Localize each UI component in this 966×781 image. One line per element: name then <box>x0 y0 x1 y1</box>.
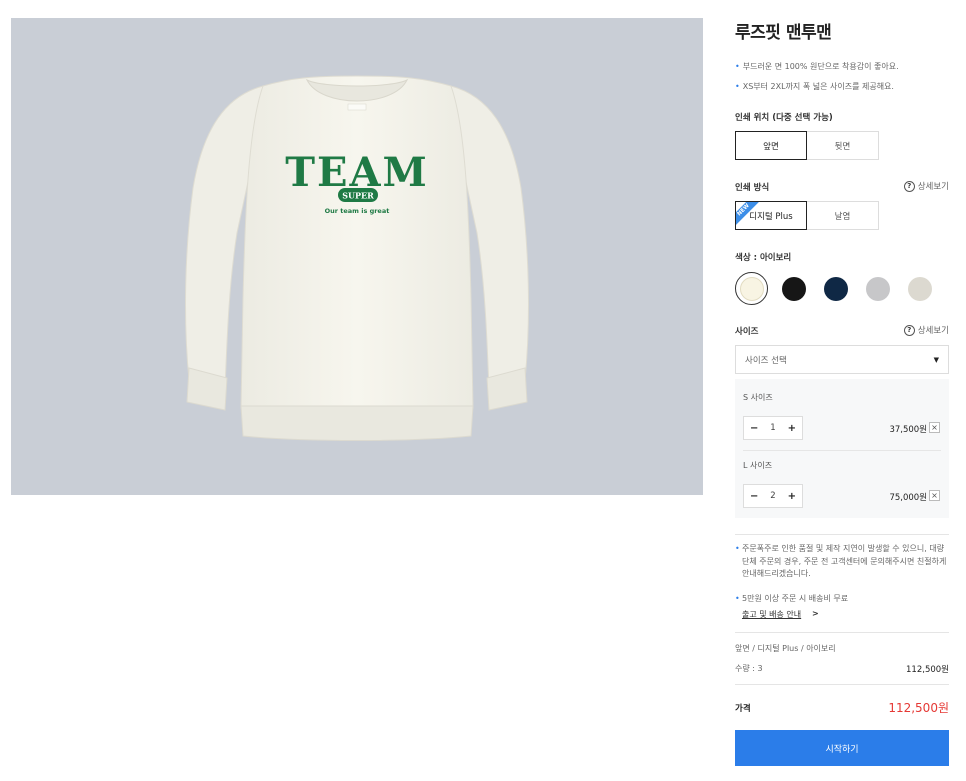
summary-quantity: 수량 : 3 <box>735 664 763 673</box>
print-position-label: 인쇄 위치 (다중 선택 가능) <box>735 113 833 123</box>
swatch-fill <box>739 276 764 301</box>
size-item-price: 37,500원 <box>889 425 927 435</box>
plus-button[interactable]: + <box>788 491 796 502</box>
quantity-stepper: − 2 + <box>743 484 803 508</box>
description-line: • 부드러운 면 100% 원단으로 착용감이 좋아요. <box>735 62 899 71</box>
product-title: 루즈핏 맨투맨 <box>735 23 832 43</box>
print-position-back[interactable]: 뒷면 <box>807 131 879 160</box>
quantity-value: 1 <box>770 423 776 433</box>
product-options-panel: 루즈핏 맨투맨 • 부드러운 면 100% 원단으로 착용감이 좋아요. • XS부… <box>735 0 949 781</box>
print-method-digital-plus[interactable]: NEW 디지털 Plus <box>735 201 807 230</box>
chevron-right-icon: > <box>812 609 819 618</box>
swatch-fill <box>781 276 806 301</box>
price-value: 112,500원 <box>888 701 949 715</box>
size-select-value: 사이즈 선택 <box>745 355 787 366</box>
detail-link-label: 상세보기 <box>917 326 949 336</box>
divider <box>735 534 949 535</box>
selected-sizes: S 사이즈 − 1 + 37,500원 × L 사이즈 − 2 + 75,000… <box>735 379 949 518</box>
option-label: 디지털 Plus <box>749 211 793 222</box>
notice-line: • 5만원 이상 주문 시 배송비 무료 <box>735 594 849 603</box>
print-method-detail-link[interactable]: ? 상세보기 <box>903 180 949 192</box>
swatch-fill <box>907 276 932 301</box>
size-item-label: L 사이즈 <box>743 461 773 470</box>
divider <box>743 450 941 451</box>
detail-link-label: 상세보기 <box>917 182 949 192</box>
print-method-screen[interactable]: 날염 <box>807 201 879 230</box>
divider <box>735 632 949 633</box>
graphic-badge-text: SUPER <box>342 191 374 201</box>
divider <box>735 684 949 685</box>
graphic-tagline: Our team is great <box>325 207 390 215</box>
summary-options: 앞면 / 디지털 Plus / 아이보리 <box>735 644 836 653</box>
description-line: • XS부터 2XL까지 폭 넓은 사이즈를 제공해요. <box>735 82 894 91</box>
minus-button[interactable]: − <box>750 491 758 502</box>
color-label: 색상 : 아이보리 <box>735 253 792 263</box>
price-label: 가격 <box>735 704 751 714</box>
notice-line: • 주문폭주로 인한 품절 및 제작 지연이 발생할 수 있으니, 대량 단체 주… <box>735 544 947 578</box>
size-item-label: S 사이즈 <box>743 393 773 402</box>
remove-item-button[interactable]: × <box>929 490 940 501</box>
color-swatches <box>735 272 936 305</box>
print-position-options: 앞면 뒷면 <box>735 131 879 160</box>
swatch-fill <box>823 276 848 301</box>
swatch-fill <box>865 276 890 301</box>
sweatshirt-illustration: TEAM SUPER Our team is great <box>185 75 529 441</box>
minus-button[interactable]: − <box>750 423 758 434</box>
remove-item-button[interactable]: × <box>929 422 940 433</box>
shipping-info-link[interactable]: 출고 및 배송 안내 <box>742 609 801 620</box>
help-icon: ? <box>903 180 915 192</box>
quantity-stepper: − 1 + <box>743 416 803 440</box>
chevron-down-icon: ▼ <box>933 355 939 364</box>
color-swatch-navy[interactable] <box>819 272 852 305</box>
print-method-label: 인쇄 방식 <box>735 183 770 193</box>
size-select[interactable]: 사이즈 선택 ▼ <box>735 345 949 374</box>
size-detail-link[interactable]: ? 상세보기 <box>903 324 949 336</box>
quantity-value: 2 <box>770 491 776 501</box>
color-swatch-ivory[interactable] <box>735 272 768 305</box>
product-image: TEAM SUPER Our team is great <box>11 18 703 495</box>
size-label: 사이즈 <box>735 327 759 337</box>
plus-button[interactable]: + <box>788 423 796 434</box>
print-position-front[interactable]: 앞면 <box>735 131 807 160</box>
help-icon: ? <box>903 324 915 336</box>
color-swatch-light-gray[interactable] <box>861 272 894 305</box>
color-swatch-black[interactable] <box>777 272 810 305</box>
size-item-price: 75,000원 <box>889 493 927 503</box>
start-button[interactable]: 시작하기 <box>735 730 949 766</box>
color-swatch-oatmeal[interactable] <box>903 272 936 305</box>
summary-total: 112,500원 <box>906 665 949 675</box>
print-method-options: NEW 디지털 Plus 날염 <box>735 201 879 230</box>
